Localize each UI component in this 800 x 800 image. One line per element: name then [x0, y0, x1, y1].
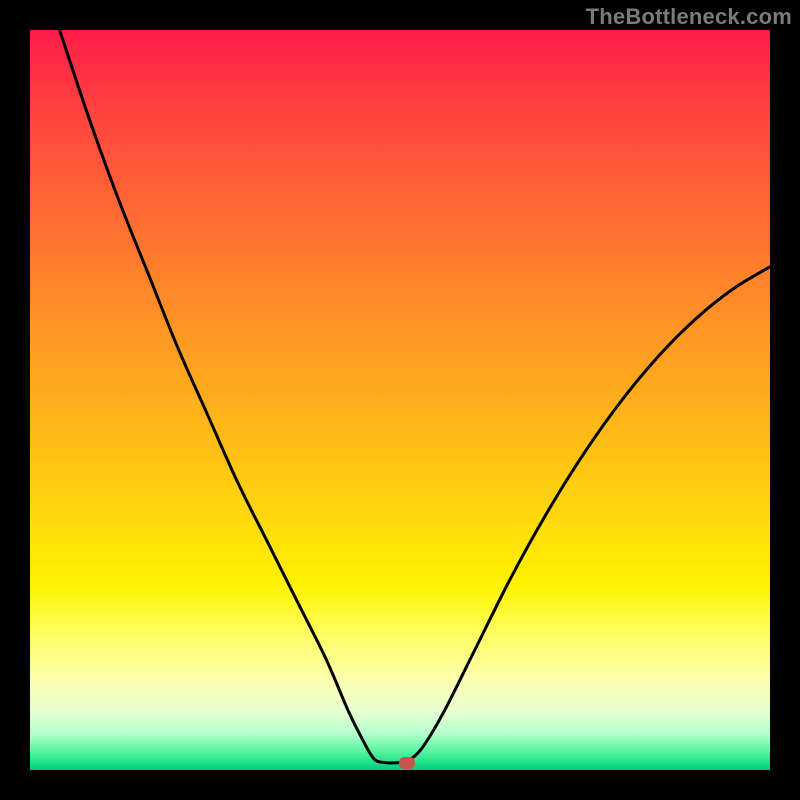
optimal-point-marker	[399, 757, 415, 769]
chart-container: TheBottleneck.com	[0, 0, 800, 800]
bottleneck-curve	[30, 30, 770, 770]
plot-area	[30, 30, 770, 770]
attribution-text: TheBottleneck.com	[586, 4, 792, 30]
